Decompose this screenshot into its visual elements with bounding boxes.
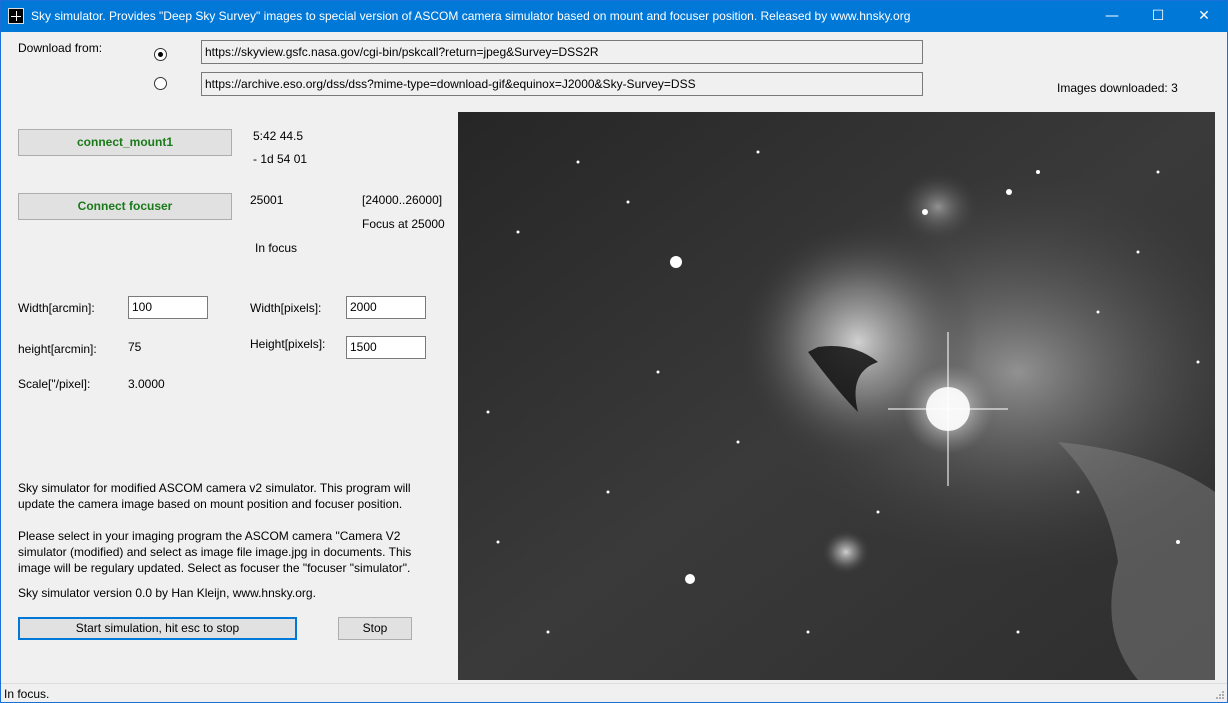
sky-image [458, 112, 1215, 680]
width-arcmin-label: Width[arcmin]: [18, 301, 95, 315]
info-line-5: image will be regulary updated. Select a… [18, 561, 411, 575]
height-pixels-input[interactable]: 1500 [346, 336, 426, 359]
start-simulation-button[interactable]: Start simulation, hit esc to stop [18, 617, 297, 640]
height-arcmin-value: 75 [128, 340, 142, 354]
images-downloaded-label: Images downloaded: 3 [1057, 81, 1178, 95]
info-line-3: Please select in your imaging program th… [18, 529, 401, 543]
main-window: Sky simulator. Provides "Deep Sky Survey… [0, 0, 1228, 703]
mount-dec-value: - 1d 54 01 [253, 152, 308, 166]
height-pixels-label: Height[pixels]: [250, 337, 326, 351]
width-pixels-label: Width[pixels]: [250, 301, 322, 315]
scale-value: 3.0000 [128, 377, 165, 391]
info-line-2: update the camera image based on mount p… [18, 497, 403, 511]
resize-grip-icon[interactable] [1215, 690, 1225, 700]
focuser-range-value: [24000..26000] [362, 193, 443, 207]
stop-button[interactable]: Stop [338, 617, 412, 640]
info-line-1: Sky simulator for modified ASCOM camera … [18, 481, 411, 495]
minimize-button[interactable]: — [1089, 1, 1135, 32]
radio-skyview[interactable] [154, 48, 167, 61]
radio-eso[interactable] [154, 77, 167, 90]
status-bar: In focus. [1, 683, 1227, 702]
status-text: In focus. [4, 687, 50, 701]
close-button[interactable]: ✕ [1181, 1, 1227, 32]
connect-mount-button[interactable]: connect_mount1 [18, 129, 232, 156]
app-crosshair-icon[interactable] [8, 8, 24, 24]
width-pixels-input[interactable]: 2000 [346, 296, 426, 319]
focus-at-value: Focus at 25000 [362, 217, 445, 231]
url-eso-field[interactable]: https://archive.eso.org/dss/dss?mime-typ… [201, 72, 923, 96]
focuser-position-value: 25001 [250, 193, 284, 207]
window-title: Sky simulator. Provides "Deep Sky Survey… [31, 9, 911, 23]
info-line-4: simulator (modified) and select as image… [18, 545, 412, 559]
version-label: Sky simulator version 0.0 by Han Kleijn,… [18, 586, 316, 600]
download-from-label: Download from: [18, 41, 103, 55]
scale-label: Scale["/pixel]: [18, 377, 91, 391]
sky-image-graphic [458, 112, 1215, 680]
height-arcmin-label: height[arcmin]: [18, 342, 97, 356]
maximize-button[interactable]: ☐ [1135, 1, 1181, 32]
mount-ra-value: 5:42 44.5 [253, 129, 304, 143]
width-arcmin-input[interactable]: 100 [128, 296, 208, 319]
focus-state-label: In focus [255, 241, 298, 255]
url-skyview-field[interactable]: https://skyview.gsfc.nasa.gov/cgi-bin/ps… [201, 40, 923, 64]
title-bar[interactable]: Sky simulator. Provides "Deep Sky Survey… [1, 1, 1227, 32]
connect-focuser-button[interactable]: Connect focuser [18, 193, 232, 220]
